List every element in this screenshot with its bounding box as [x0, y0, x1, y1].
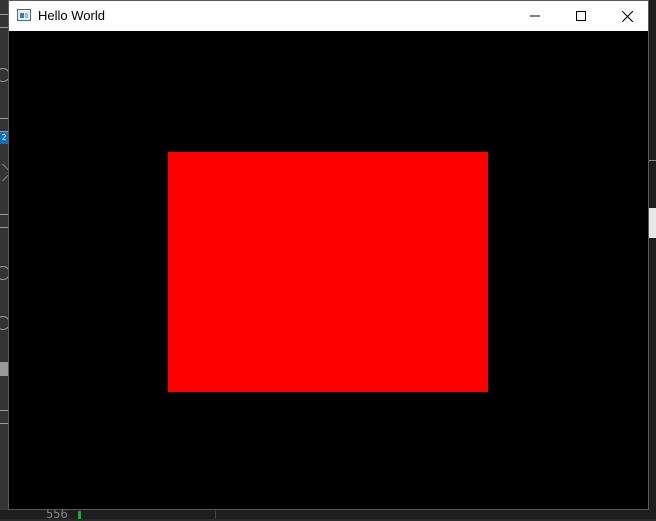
editor-divider — [215, 511, 216, 519]
editor-bottom-strip — [0, 510, 656, 519]
right-panel-tab[interactable] — [649, 208, 656, 238]
right-panel — [648, 0, 656, 519]
window-app-icon[interactable] — [17, 9, 31, 21]
close-icon — [621, 10, 633, 22]
notification-badge: 2 — [0, 132, 8, 144]
minimize-button[interactable] — [512, 1, 558, 31]
render-canvas[interactable] — [9, 31, 648, 509]
maximize-icon — [576, 11, 586, 21]
maximize-button[interactable] — [558, 1, 604, 31]
close-button[interactable] — [604, 1, 650, 31]
window-title: Hello World — [38, 8, 105, 23]
right-panel-divider — [648, 160, 656, 161]
app-window: Hello World — [8, 0, 649, 510]
git-change-marker — [78, 511, 81, 519]
title-bar[interactable]: Hello World — [9, 1, 648, 31]
red-rectangle — [168, 152, 488, 392]
minimize-icon — [530, 15, 540, 17]
